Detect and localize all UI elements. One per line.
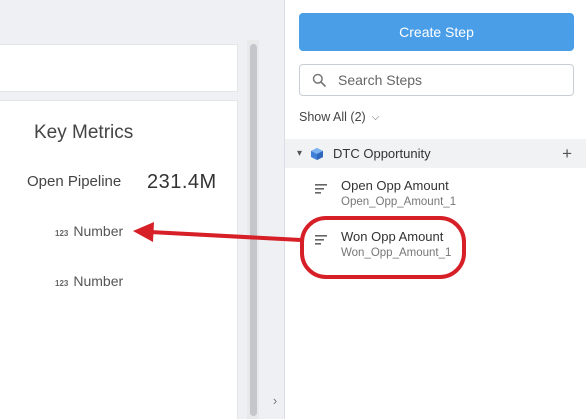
annotation-highlight-ring xyxy=(300,216,466,279)
widget-placeholder-top[interactable] xyxy=(0,44,238,92)
field-api-name: Open_Opp_Amount_1 xyxy=(341,196,457,208)
search-steps-box[interactable] xyxy=(299,64,574,96)
steps-panel: Create Step Show All (2) ⌵ ▾ DTC Opportu… xyxy=(284,0,586,419)
field-list-item[interactable]: Open Opp Amount Open_Opp_Amount_1 xyxy=(303,178,573,218)
cube-icon xyxy=(311,147,324,160)
number-type-icon: 123 xyxy=(55,279,69,288)
field-name: Open Opp Amount xyxy=(341,178,449,193)
widget-title: Key Metrics xyxy=(34,122,134,143)
metric-label-open-pipeline: Open Pipeline xyxy=(27,173,122,190)
number-placeholder[interactable]: 123 Number xyxy=(55,223,123,239)
number-placeholder-label: Number xyxy=(73,223,124,239)
dataset-header[interactable]: ▾ DTC Opportunity + xyxy=(285,139,586,168)
canvas-scrollbar-thumb[interactable] xyxy=(250,44,257,416)
text-lines-icon xyxy=(315,184,327,194)
panel-collapse-handle[interactable]: › xyxy=(266,385,284,415)
show-all-filter[interactable]: Show All (2) ⌵ xyxy=(299,110,379,124)
number-placeholder[interactable]: 123 Number xyxy=(55,273,123,289)
plus-icon[interactable]: + xyxy=(562,144,572,164)
number-placeholder-label: Number xyxy=(73,273,124,289)
dashboard-canvas: Key Metrics Open Pipeline 231.4M 123 Num… xyxy=(0,0,284,419)
metric-value-open-pipeline: 231.4M xyxy=(147,171,217,193)
chevron-down-icon: ⌵ xyxy=(371,111,380,123)
chevron-right-icon: › xyxy=(272,392,278,408)
collapse-caret-icon[interactable]: ▾ xyxy=(297,148,302,159)
number-type-icon: 123 xyxy=(55,229,69,238)
dataset-name: DTC Opportunity xyxy=(333,146,431,161)
search-steps-input[interactable] xyxy=(338,72,558,88)
search-icon xyxy=(312,73,326,87)
key-metrics-widget[interactable]: Key Metrics Open Pipeline 231.4M 123 Num… xyxy=(0,100,238,419)
create-step-button[interactable]: Create Step xyxy=(299,13,574,51)
show-all-label: Show All (2) xyxy=(299,110,366,124)
